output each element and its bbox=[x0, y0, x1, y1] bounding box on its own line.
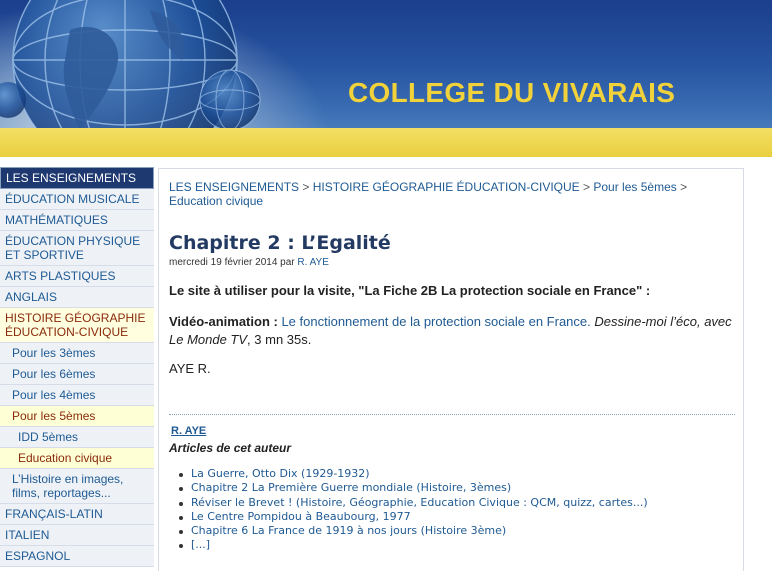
breadcrumb-separator: > bbox=[680, 180, 688, 194]
breadcrumb-separator: > bbox=[302, 180, 310, 194]
video-paragraph: Vidéo-animation : Le fonctionnement de l… bbox=[169, 313, 739, 349]
article-link[interactable]: Chapitre 6 La France de 1919 à nos jours… bbox=[179, 524, 648, 538]
page-title: Chapitre 2 : L’Egalité bbox=[169, 232, 391, 254]
sidebar-nav: LES ENSEIGNEMENTS ÉDUCATION MUSICALE MAT… bbox=[0, 167, 154, 567]
article-link[interactable]: Chapitre 2 La Première Guerre mondiale (… bbox=[179, 481, 648, 495]
site-title[interactable]: COLLEGE DU VIVARAIS bbox=[348, 77, 675, 109]
sidebar-item-maths[interactable]: MATHÉMATIQUES bbox=[0, 210, 154, 231]
more-link[interactable]: [...] bbox=[179, 538, 648, 552]
video-duration: , 3 mn 35s. bbox=[247, 332, 312, 347]
sidebar-heading[interactable]: LES ENSEIGNEMENTS bbox=[0, 167, 154, 189]
sidebar-item-5emes[interactable]: Pour les 5èmes bbox=[0, 406, 154, 427]
sidebar-item-4emes[interactable]: Pour les 4èmes bbox=[0, 385, 154, 406]
intro-text: Le site à utiliser pour la visite, "La F… bbox=[169, 283, 651, 298]
breadcrumb: LES ENSEIGNEMENTS > HISTOIRE GÉOGRAPHIE … bbox=[169, 180, 729, 208]
video-link[interactable]: Le fonctionnement de la protection socia… bbox=[281, 314, 590, 329]
sidebar-item-idd[interactable]: IDD 5èmes bbox=[0, 427, 154, 448]
signature: AYE R. bbox=[169, 361, 211, 376]
banner-stripe bbox=[0, 128, 772, 157]
sidebar-item-francais[interactable]: FRANÇAIS-LATIN bbox=[0, 504, 154, 525]
sidebar-item-histoire-images[interactable]: L’Histoire en images, films, reportages.… bbox=[0, 469, 154, 504]
sidebar-item-education-civique[interactable]: Education civique bbox=[0, 448, 154, 469]
breadcrumb-item[interactable]: HISTOIRE GÉOGRAPHIE ÉDUCATION-CIVIQUE bbox=[313, 180, 580, 194]
byline-by: par bbox=[280, 257, 295, 268]
sidebar-item-espagnol[interactable]: ESPAGNOL bbox=[0, 546, 154, 567]
article-link[interactable]: La Guerre, Otto Dix (1929-1932) bbox=[179, 467, 648, 481]
author-box-name[interactable]: R. AYE bbox=[171, 425, 206, 437]
main-content: LES ENSEIGNEMENTS > HISTOIRE GÉOGRAPHIE … bbox=[158, 168, 744, 571]
sidebar-item-6emes[interactable]: Pour les 6èmes bbox=[0, 364, 154, 385]
breadcrumb-item[interactable]: Pour les 5èmes bbox=[593, 180, 676, 194]
article-date: mercredi 19 février 2014 bbox=[169, 257, 278, 268]
sidebar-item-anglais[interactable]: ANGLAIS bbox=[0, 287, 154, 308]
byline: mercredi 19 février 2014 par R. AYE bbox=[169, 257, 329, 268]
breadcrumb-separator: > bbox=[583, 180, 591, 194]
divider bbox=[169, 414, 735, 415]
sidebar-item-histoire[interactable]: HISTOIRE GÉOGRAPHIE ÉDUCATION-CIVIQUE bbox=[0, 308, 154, 343]
breadcrumb-item[interactable]: LES ENSEIGNEMENTS bbox=[169, 180, 299, 194]
sidebar-item-musique[interactable]: ÉDUCATION MUSICALE bbox=[0, 189, 154, 210]
author-link[interactable]: R. AYE bbox=[297, 257, 329, 268]
sidebar-item-arts[interactable]: ARTS PLASTIQUES bbox=[0, 266, 154, 287]
article-link[interactable]: Le Centre Pompidou à Beaubourg, 1977 bbox=[179, 510, 648, 524]
video-label: Vidéo-animation : bbox=[169, 314, 278, 329]
article-link[interactable]: Réviser le Brevet ! (Histoire, Géographi… bbox=[179, 496, 648, 510]
articles-heading: Articles de cet auteur bbox=[169, 441, 292, 455]
sidebar-item-3emes[interactable]: Pour les 3èmes bbox=[0, 343, 154, 364]
author-articles-list: La Guerre, Otto Dix (1929-1932) Chapitre… bbox=[179, 467, 648, 553]
breadcrumb-item[interactable]: Education civique bbox=[169, 194, 263, 208]
header-banner: COLLEGE DU VIVARAIS bbox=[0, 0, 772, 157]
sidebar-item-eps[interactable]: ÉDUCATION PHYSIQUE ET SPORTIVE bbox=[0, 231, 154, 266]
sidebar-item-italien[interactable]: ITALIEN bbox=[0, 525, 154, 546]
